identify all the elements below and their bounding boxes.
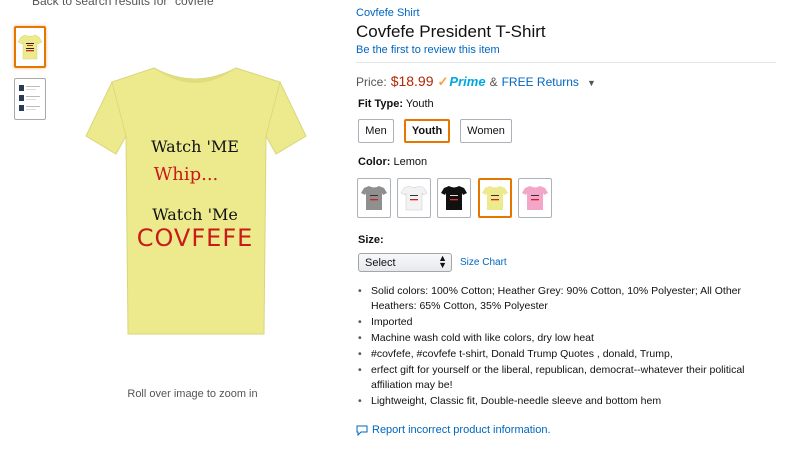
thumbnail-colors[interactable]	[14, 78, 46, 120]
feature-bullet: Imported	[358, 315, 778, 330]
report-link-text: Report incorrect product information.	[372, 424, 551, 436]
color-swatch-black[interactable]	[437, 178, 471, 218]
price-row: Price: $18.99 ✓ Prime & FREE Returns ▼	[356, 73, 596, 90]
feature-bullet: Machine wash cold with like colors, dry …	[358, 331, 778, 346]
main-product-image[interactable]: Watch 'ME Whip... Watch 'Me COVFEFE	[74, 56, 314, 346]
size-select-value: Select	[365, 256, 396, 269]
tshirt-swatch-icon	[522, 186, 548, 210]
prime-badge[interactable]: ✓ Prime	[438, 74, 486, 90]
print-line-1: Watch 'ME	[151, 137, 239, 156]
fit-type-title: Fit Type:	[358, 98, 404, 110]
color-swatch-heather-grey[interactable]	[357, 178, 391, 218]
feature-bullet: #covfefe, #covfefe t-shirt, Donald Trump…	[358, 347, 778, 362]
tshirt-thumbnail-icon	[17, 34, 43, 60]
back-to-results-link[interactable]: Back to search results for "covfefe"	[32, 0, 218, 8]
size-select[interactable]: Select ▲ ▼	[358, 253, 452, 272]
print-line-4: COVFEFE	[137, 224, 254, 252]
color-label: Color: Lemon	[358, 156, 427, 168]
fit-option-women[interactable]: Women	[460, 119, 512, 143]
color-swatch-white[interactable]	[397, 178, 431, 218]
fit-type-value: Youth	[405, 98, 434, 110]
tshirt-swatch-icon	[441, 186, 467, 210]
print-line-3: Watch 'Me	[152, 205, 238, 224]
tshirt-swatch-icon	[482, 186, 508, 210]
tshirt-swatch-icon	[361, 186, 387, 210]
print-line-2: Whip...	[154, 164, 219, 185]
zoom-hint: Roll over image to zoom in	[127, 388, 258, 400]
tshirt-swatch-icon	[400, 185, 428, 211]
prime-check-icon: ✓	[437, 74, 449, 89]
divider	[356, 62, 776, 63]
select-arrows-icon: ▲ ▼	[438, 253, 447, 270]
fit-option-men[interactable]: Men	[358, 119, 394, 143]
color-title: Color:	[358, 156, 391, 168]
feature-bullet: erfect gift for yourself or the liberal,…	[358, 363, 778, 393]
thumbnail-front[interactable]	[14, 26, 46, 68]
feature-bullet: Solid colors: 100% Cotton; Heather Grey:…	[358, 284, 778, 314]
size-label: Size:	[358, 234, 384, 246]
price-label: Price:	[356, 75, 387, 89]
feature-bullet: Lightweight, Classic fit, Double-needle …	[358, 394, 778, 409]
color-value: Lemon	[393, 156, 428, 168]
fit-option-youth[interactable]: Youth	[404, 119, 450, 143]
review-link[interactable]: Be the first to review this item	[356, 44, 500, 56]
free-returns-link[interactable]: FREE Returns	[502, 75, 579, 89]
feature-bullets: Solid colors: 100% Cotton; Heather Grey:…	[358, 284, 778, 410]
product-title: Covfefe President T-Shirt	[356, 22, 546, 41]
color-variants-thumbnail-icon	[19, 85, 40, 111]
yellow-tshirt-image: Watch 'ME Whip... Watch 'Me COVFEFE	[85, 67, 307, 335]
fit-type-label: Fit Type: Youth	[358, 98, 434, 110]
color-swatch-lemon[interactable]	[478, 178, 512, 218]
chevron-down-icon[interactable]: ▼	[587, 78, 596, 88]
amp: &	[489, 75, 498, 89]
brand-link[interactable]: Covfefe Shirt	[356, 7, 420, 19]
color-swatch-pink[interactable]	[518, 178, 552, 218]
size-chart-link[interactable]: Size Chart	[460, 257, 507, 268]
report-incorrect-info-link[interactable]: Report incorrect product information.	[356, 424, 551, 436]
speech-bubble-icon	[356, 425, 368, 436]
price-value: $18.99	[390, 73, 434, 89]
prime-label: Prime	[449, 74, 486, 89]
